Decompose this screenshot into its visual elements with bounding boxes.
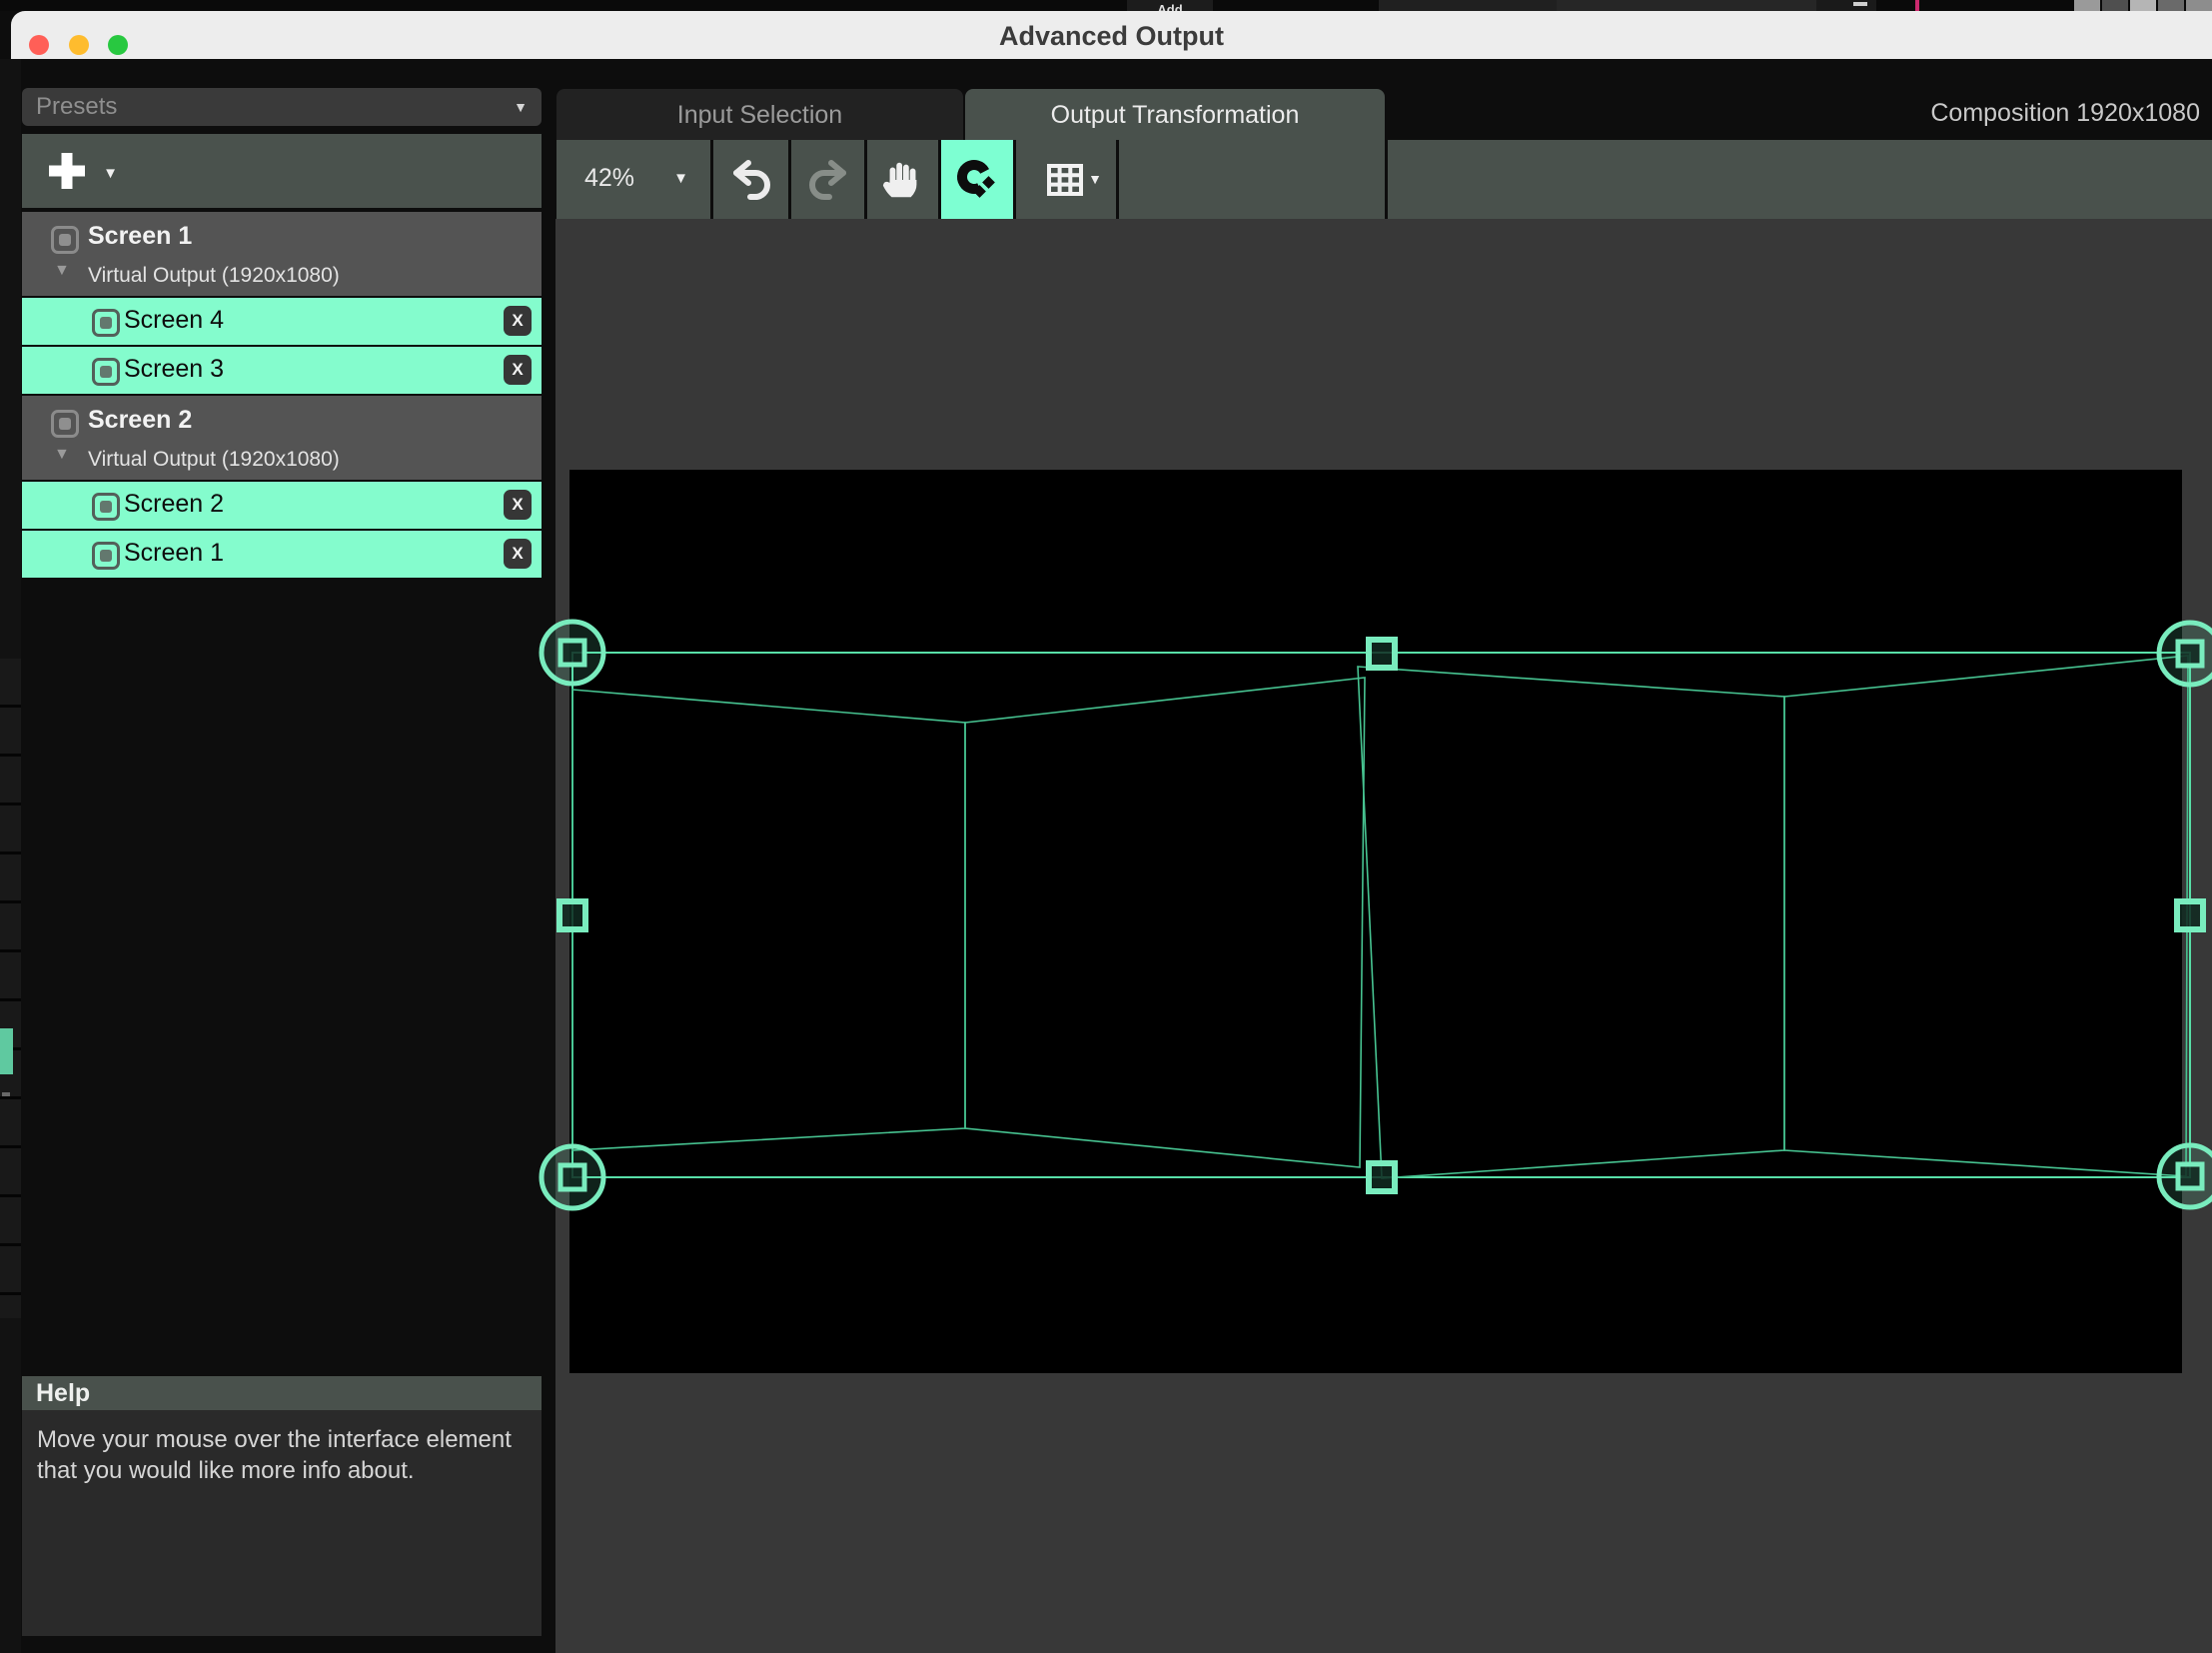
- screen-list-toolbar: ▼: [22, 134, 542, 208]
- help-panel-body: Move your mouse over the interface eleme…: [22, 1410, 542, 1636]
- background-fragment: [2, 1092, 10, 1096]
- transform-tool-icon: [953, 156, 1001, 204]
- zoom-level-value: 42%: [584, 164, 634, 193]
- screen-group-header[interactable]: Screen 2 ▼ Virtual Output (1920x1080): [22, 396, 542, 480]
- slice-label: Screen 2: [124, 490, 224, 519]
- pan-tool-button[interactable]: [867, 140, 938, 219]
- presets-dropdown[interactable]: Presets ▼: [22, 88, 542, 126]
- remove-slice-button[interactable]: X: [504, 490, 532, 520]
- slice-checkbox-icon[interactable]: [92, 358, 120, 386]
- remove-slice-button[interactable]: X: [504, 355, 532, 385]
- slice-row[interactable]: Screen 3 X: [22, 347, 542, 394]
- help-text-line: Move your mouse over the interface eleme…: [37, 1424, 527, 1455]
- zoom-level-dropdown[interactable]: 42% ▼: [556, 140, 710, 219]
- presets-label: Presets: [22, 93, 117, 120]
- undo-icon: [727, 156, 775, 204]
- remove-slice-button[interactable]: X: [504, 306, 532, 336]
- background-add-button: Add: [1127, 0, 1213, 11]
- background-thumbnails: [2074, 0, 2212, 11]
- chevron-down-icon: ▼: [1088, 171, 1102, 187]
- tab-input-selection[interactable]: Input Selection: [556, 89, 963, 140]
- screen-checkbox-icon[interactable]: [51, 410, 79, 438]
- chevron-down-icon: ▼: [673, 170, 688, 187]
- slice-row[interactable]: Screen 1 X: [22, 531, 542, 578]
- virtual-output-label: Virtual Output (1920x1080): [88, 264, 340, 288]
- help-text-line: that you would like more info about.: [37, 1455, 527, 1486]
- redo-icon: [804, 156, 852, 204]
- title-bar: Advanced Output: [11, 11, 2212, 59]
- window-title: Advanced Output: [11, 11, 2212, 59]
- slice-checkbox-icon[interactable]: [92, 493, 120, 521]
- help-title: Help: [22, 1379, 90, 1407]
- help-panel-header: Help: [22, 1376, 542, 1410]
- background-segment: [1379, 0, 1557, 11]
- background-fragment: [1853, 2, 1867, 6]
- screen-checkbox-icon[interactable]: [51, 226, 79, 254]
- expand-triangle-icon[interactable]: ▼: [54, 262, 70, 280]
- background-app-left-strip: [0, 59, 21, 1653]
- toolbar-spacer: [1119, 140, 1385, 219]
- background-app-strip: Add: [0, 0, 2212, 11]
- screen-list: Screen 1 ▼ Virtual Output (1920x1080) Sc…: [22, 212, 542, 578]
- virtual-output-label: Virtual Output (1920x1080): [88, 448, 340, 472]
- slice-row[interactable]: Screen 2 X: [22, 482, 542, 529]
- slice-label: Screen 3: [124, 355, 224, 384]
- slice-checkbox-icon[interactable]: [92, 309, 120, 337]
- screen-group-title: Screen 1: [88, 222, 192, 251]
- grid-options-button[interactable]: ▼: [1016, 140, 1116, 219]
- tab-bar: Input Selection Output Transformation Co…: [556, 89, 2212, 140]
- background-pink-marker: [1915, 0, 1919, 11]
- background-segment: [1816, 0, 1876, 11]
- slice-label: Screen 4: [124, 306, 224, 335]
- remove-slice-button[interactable]: X: [504, 539, 532, 569]
- add-screen-button[interactable]: ▼: [42, 147, 118, 195]
- expand-triangle-icon[interactable]: ▼: [54, 446, 70, 464]
- background-green-fragment: [0, 1028, 13, 1074]
- transform-tool-button-active[interactable]: [941, 140, 1013, 219]
- chevron-down-icon: ▼: [514, 88, 528, 126]
- slice-label: Screen 1: [124, 539, 224, 568]
- redo-button[interactable]: [791, 140, 864, 219]
- grid-icon: [1041, 156, 1091, 204]
- screen-group-header[interactable]: Screen 1 ▼ Virtual Output (1920x1080): [22, 212, 542, 296]
- output-transformation-canvas[interactable]: [569, 470, 2182, 1373]
- plus-icon: [42, 147, 92, 195]
- background-segment: [1557, 0, 1816, 11]
- hand-icon: [880, 156, 926, 204]
- slice-checkbox-icon[interactable]: [92, 542, 120, 570]
- toolbar-spacer: [1388, 140, 2212, 219]
- background-list-rows: [0, 659, 21, 1318]
- tab-output-transformation[interactable]: Output Transformation: [965, 89, 1385, 140]
- screen-group-title: Screen 2: [88, 406, 192, 435]
- composition-size-label: Composition 1920x1080: [1930, 89, 2200, 140]
- canvas-toolbar: 42% ▼: [556, 140, 2212, 219]
- chevron-down-icon: ▼: [103, 165, 118, 182]
- slice-row[interactable]: Screen 4 X: [22, 298, 542, 345]
- undo-button[interactable]: [713, 140, 788, 219]
